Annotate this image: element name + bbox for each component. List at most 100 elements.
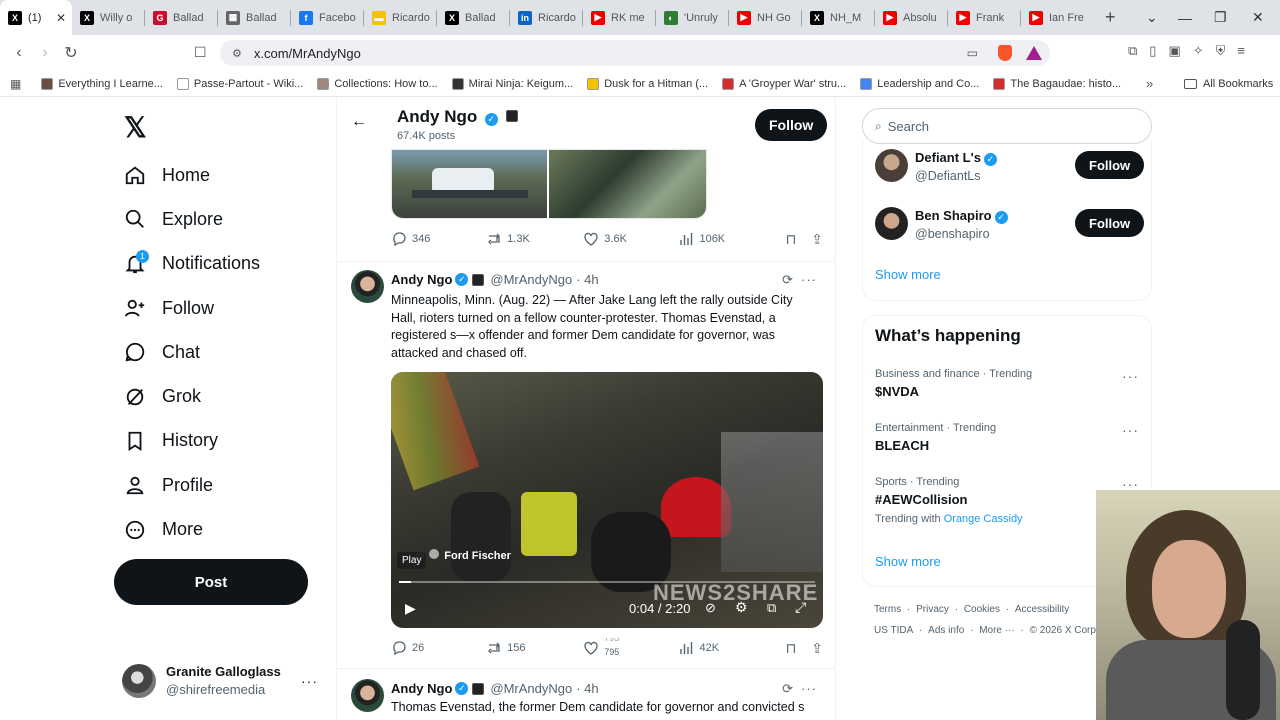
tab-close-icon[interactable]: ✕ xyxy=(56,11,66,25)
cast-icon[interactable]: ▭ xyxy=(967,46,978,60)
video-player[interactable]: NEWS2SHARE m Ford Fischer Play ▶ 0:04 / … xyxy=(391,372,823,628)
extensions-icon[interactable]: ⧉ xyxy=(1128,43,1137,59)
author-name[interactable]: Andy Ngo xyxy=(391,681,452,696)
browser-tab[interactable]: X (1) ✕ xyxy=(0,0,72,35)
close-window-button[interactable]: ✕ xyxy=(1252,0,1264,35)
media-image-1[interactable] xyxy=(392,150,548,218)
vpn-icon[interactable]: ⛨ xyxy=(1216,43,1226,59)
avatar[interactable] xyxy=(875,207,908,240)
browser-tab[interactable]: ▬ Ricardo xyxy=(364,0,436,35)
retweet-button[interactable]: 1.3K xyxy=(486,231,583,247)
browser-tab[interactable]: ▶ Absolu xyxy=(875,0,947,35)
bookmark-item[interactable]: Leadership and Co... xyxy=(860,77,979,90)
browser-tab[interactable]: ▶ Frank xyxy=(948,0,1020,35)
author-name[interactable]: Andy Ngo xyxy=(391,272,452,287)
reply-button[interactable]: 26 xyxy=(391,640,486,656)
share-icon[interactable]: ⇪ xyxy=(811,231,823,248)
trend-item[interactable]: Entertainment · Trending BLEACH ··· xyxy=(875,422,1151,460)
nav-item-follow[interactable]: Follow xyxy=(110,286,330,330)
browser-tab[interactable]: X Ballad xyxy=(437,0,509,35)
leo-ai-icon[interactable]: ✧ xyxy=(1193,43,1204,59)
user-card[interactable]: Defiant L's ✓ @DefiantLs Follow xyxy=(875,149,1145,189)
brave-shield-icon[interactable] xyxy=(998,45,1012,61)
user-card[interactable]: Ben Shapiro ✓ @benshapiro Follow xyxy=(875,207,1145,247)
nav-item-explore[interactable]: Explore xyxy=(110,197,330,241)
wallet-icon[interactable]: ▣ xyxy=(1168,43,1180,59)
play-icon[interactable]: ▶ xyxy=(405,600,416,617)
reply-button[interactable]: 346 xyxy=(391,231,486,247)
minimize-button[interactable]: — xyxy=(1178,0,1192,35)
author-handle[interactable]: @MrAndyNgo xyxy=(490,681,572,696)
tweet-avatar[interactable] xyxy=(351,679,384,712)
like-button[interactable]: 3.6K xyxy=(583,231,678,247)
tweet-more-icon[interactable]: ··· xyxy=(801,272,817,287)
tab-search-chevron-icon[interactable]: ⌄ xyxy=(1146,0,1158,35)
sidebar-icon[interactable]: ▯ xyxy=(1149,43,1156,59)
bookmark-icon[interactable]: ⊓ xyxy=(786,640,812,657)
browser-tab[interactable]: G Ballad xyxy=(145,0,217,35)
trend-context-link[interactable]: Orange Cassidy xyxy=(944,513,1023,525)
nav-item-profile[interactable]: Profile xyxy=(110,463,330,507)
bookmark-icon[interactable]: ⊓ xyxy=(786,231,812,248)
back-arrow-icon[interactable]: ← xyxy=(351,113,367,131)
bookmark-item[interactable]: A 'Groyper War' stru... xyxy=(722,77,846,90)
browser-tab[interactable]: X NH_M xyxy=(802,0,874,35)
nav-item-home[interactable]: Home xyxy=(110,153,330,197)
browser-tab[interactable]: ▶ RK me xyxy=(583,0,655,35)
show-more-link[interactable]: Show more xyxy=(875,267,941,282)
author-handle[interactable]: @MrAndyNgo xyxy=(490,272,572,287)
site-info-icon[interactable]: ⚙ xyxy=(232,47,242,60)
browser-tab[interactable]: in Ricardo xyxy=(510,0,582,35)
media-image-3[interactable] xyxy=(549,150,706,218)
bookmark-item[interactable]: Collections: How to... xyxy=(317,77,438,90)
trend-more-icon[interactable]: ··· xyxy=(1122,422,1139,438)
follow-button[interactable]: Follow xyxy=(1075,151,1145,179)
tweet-time[interactable]: · 4h xyxy=(576,681,598,696)
account-switcher[interactable]: Granite Galloglass @shirefreemedia ··· xyxy=(122,659,332,703)
tweet-more-icon[interactable]: ··· xyxy=(801,681,817,696)
grok-explain-icon[interactable]: ⟳ xyxy=(782,681,793,697)
restore-button[interactable]: ❐ xyxy=(1214,0,1227,35)
previous-tweet-media[interactable] xyxy=(391,149,707,219)
reload-button[interactable]: ↻ xyxy=(58,43,84,63)
browser-tab[interactable]: X Willy o xyxy=(72,0,144,35)
share-icon[interactable]: ⇪ xyxy=(811,640,823,657)
avatar[interactable] xyxy=(875,149,908,182)
follow-button[interactable]: Follow xyxy=(1075,209,1145,237)
video-progress-track[interactable] xyxy=(399,581,815,583)
nav-item-notifications[interactable]: 1 Notifications xyxy=(110,242,330,286)
header-follow-button[interactable]: Follow xyxy=(755,109,828,141)
more-bookmarks-icon[interactable]: » xyxy=(1146,76,1153,91)
post-button[interactable]: Post xyxy=(114,559,308,605)
footer-link[interactable]: More ··· xyxy=(979,625,1015,636)
all-bookmarks-folder[interactable]: All Bookmarks xyxy=(1184,78,1273,90)
browser-tab[interactable]: ▶ NH Go xyxy=(729,0,801,35)
footer-link[interactable]: Accessibility xyxy=(1015,604,1069,615)
browser-tab[interactable]: ◐ 'Unruly xyxy=(656,0,728,35)
footer-link[interactable]: Privacy xyxy=(916,604,949,615)
trend-item[interactable]: Business and finance · Trending $NVDA ··… xyxy=(875,368,1151,406)
footer-link[interactable]: US TIDA xyxy=(874,625,913,636)
url-field[interactable]: ⚙ x.com/MrAndyNgo ▭ xyxy=(220,40,1050,66)
search-box[interactable]: ⌕ Search xyxy=(862,108,1152,144)
show-more-link[interactable]: Show more xyxy=(875,554,941,569)
tweet[interactable]: Andy Ngo ✓ @MrAndyNgo · 4h ⟳ ··· Thomas … xyxy=(337,669,835,720)
apps-grid-icon[interactable]: ▦ xyxy=(10,77,21,91)
bookmark-item[interactable]: Mirai Ninja: Keigum... xyxy=(451,77,573,90)
x-logo-icon[interactable]: 𝕏 xyxy=(124,111,147,144)
footer-link[interactable]: © 2026 X Corp. xyxy=(1030,625,1099,636)
tweet-time[interactable]: · 4h xyxy=(576,272,598,287)
tweet-avatar[interactable] xyxy=(351,270,384,303)
nav-item-grok[interactable]: Grok xyxy=(110,374,330,418)
views-button[interactable]: 106K xyxy=(678,231,785,247)
settings-gear-icon[interactable]: ⚙ xyxy=(735,599,748,616)
bookmark-item[interactable]: Everything I Learne... xyxy=(41,77,163,90)
forward-button[interactable]: › xyxy=(32,44,58,62)
fullscreen-icon[interactable]: ⤢ xyxy=(795,599,806,616)
retweet-button[interactable]: 156 xyxy=(486,640,583,656)
views-button[interactable]: 42K xyxy=(678,640,785,656)
footer-link[interactable]: Cookies xyxy=(964,604,1000,615)
tweet[interactable]: Andy Ngo ✓ @MrAndyNgo · 4h ⟳ ··· Minneap… xyxy=(337,262,835,667)
browser-tab[interactable]: f Facebo xyxy=(291,0,363,35)
bookmark-item[interactable]: The Bagaudae: histo... xyxy=(993,77,1121,90)
